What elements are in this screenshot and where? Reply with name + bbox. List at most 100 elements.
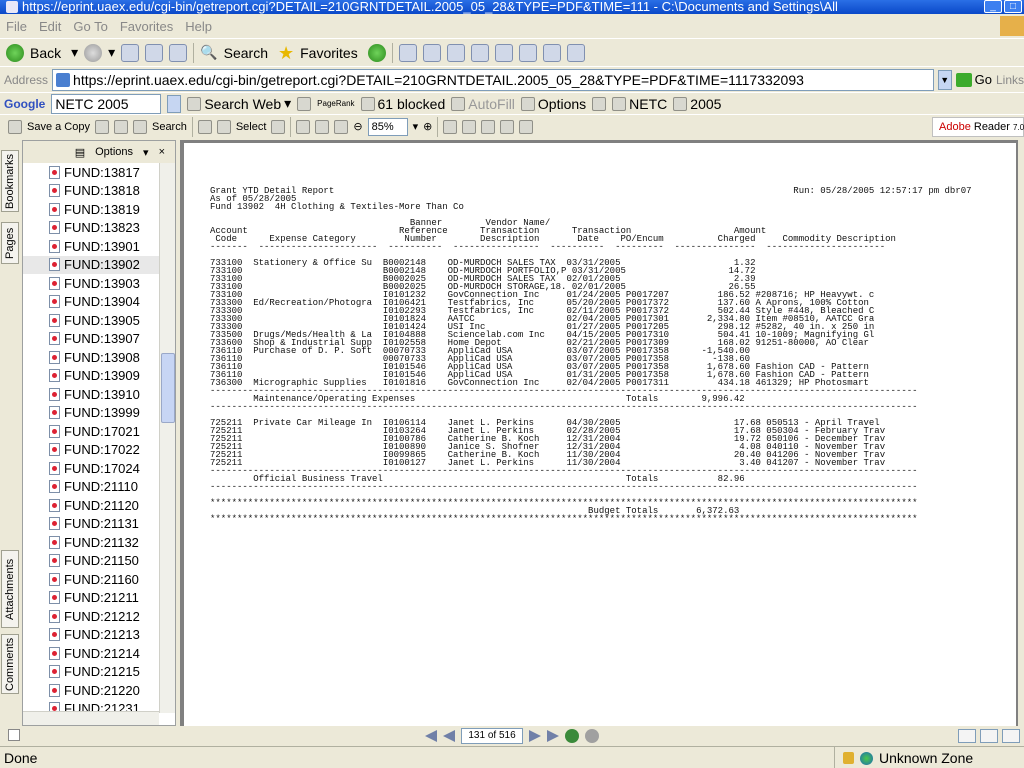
spell-icon[interactable]: [462, 119, 477, 134]
options-button[interactable]: Options: [520, 96, 586, 112]
page-number-field[interactable]: 131 of 516: [461, 728, 523, 744]
research-icon[interactable]: [542, 43, 561, 62]
bookmark-item[interactable]: FUND:13907: [23, 330, 159, 349]
print-icon[interactable]: [94, 119, 109, 134]
favorites-button[interactable]: Favorites: [300, 45, 358, 61]
bookmarks-horizontal-scrollbar[interactable]: [23, 711, 159, 725]
google-search-dropdown-icon[interactable]: [167, 94, 182, 113]
messenger-icon[interactable]: [518, 43, 537, 62]
bookmark-item[interactable]: FUND:13905: [23, 311, 159, 330]
single-page-icon[interactable]: [958, 729, 976, 743]
search-term-2005[interactable]: 2005: [673, 96, 721, 112]
select-button[interactable]: Select: [236, 121, 267, 133]
bookmark-item[interactable]: FUND:21110: [23, 478, 159, 497]
options-dropdown-icon[interactable]: ▾: [143, 146, 149, 159]
bookmark-item[interactable]: FUND:21215: [23, 663, 159, 682]
google-search-input[interactable]: NETC 2005: [51, 93, 162, 114]
zoom-dropdown-icon[interactable]: ▾: [413, 120, 419, 133]
bookmark-item[interactable]: FUND:13818: [23, 182, 159, 201]
zoom-out-icon[interactable]: ⊖: [353, 120, 362, 133]
bookmark-item[interactable]: FUND:13819: [23, 200, 159, 219]
zoom-level-input[interactable]: 85%: [367, 117, 408, 136]
bookmark-item[interactable]: FUND:17024: [23, 459, 159, 478]
print-icon[interactable]: [422, 43, 441, 62]
bookmarks-scrollbar[interactable]: [159, 163, 175, 713]
maximize-button[interactable]: □: [1004, 0, 1022, 13]
tab-pages[interactable]: Pages: [1, 222, 19, 264]
document-scrollbar[interactable]: [1018, 140, 1024, 726]
search-button[interactable]: Search: [224, 45, 268, 61]
email-icon[interactable]: [113, 119, 128, 134]
scroll-thumb[interactable]: [161, 353, 175, 423]
popup-blocker-button[interactable]: 61 blocked: [360, 96, 445, 112]
bookmark-item[interactable]: FUND:21220: [23, 681, 159, 700]
save-icon[interactable]: [8, 119, 22, 134]
links-button[interactable]: Links: [996, 73, 1024, 87]
bookmark-item[interactable]: FUND:21212: [23, 607, 159, 626]
bookmark-item[interactable]: FUND:17021: [23, 422, 159, 441]
window-icon[interactable]: [566, 43, 585, 62]
menu-file[interactable]: File: [6, 19, 27, 34]
forward-arrow-icon[interactable]: [84, 43, 103, 62]
search-icon[interactable]: 🔍: [200, 44, 217, 61]
history-icon[interactable]: [367, 43, 386, 62]
acrobat-search-button[interactable]: Search: [152, 121, 187, 133]
bookmark-item[interactable]: FUND:13902: [23, 255, 159, 274]
last-page-icon[interactable]: [547, 730, 559, 742]
bookmark-item[interactable]: FUND:13909: [23, 367, 159, 386]
highlight-icon[interactable]: [592, 96, 607, 111]
binoculars-icon[interactable]: [132, 119, 147, 134]
bluetooth-icon[interactable]: [494, 43, 513, 62]
continuous-icon[interactable]: [980, 729, 998, 743]
search-web-button[interactable]: Search Web ▾: [187, 95, 291, 112]
menu-edit[interactable]: Edit: [39, 19, 61, 34]
back-button[interactable]: Back: [30, 45, 61, 61]
close-panel-icon[interactable]: ×: [159, 146, 165, 158]
save-copy-button[interactable]: Save a Copy: [27, 121, 90, 133]
sign-icon[interactable]: [481, 119, 496, 134]
forward-dropdown-icon[interactable]: ▾: [108, 44, 115, 61]
fit-width-icon[interactable]: [334, 119, 349, 134]
fit-page-icon[interactable]: [315, 119, 330, 134]
bookmark-item[interactable]: FUND:21213: [23, 626, 159, 645]
refresh-icon[interactable]: [145, 43, 164, 62]
pagerank-indicator[interactable]: PageRank: [317, 99, 354, 108]
stop-icon[interactable]: [121, 43, 140, 62]
news-icon[interactable]: [297, 96, 312, 111]
previous-view-icon[interactable]: [565, 729, 579, 743]
mail-icon[interactable]: [398, 43, 417, 62]
tab-bookmarks[interactable]: Bookmarks: [1, 150, 19, 212]
tab-attachments[interactable]: Attachments: [1, 550, 19, 628]
text-select-icon[interactable]: [216, 119, 231, 134]
bookmark-item[interactable]: FUND:13823: [23, 219, 159, 238]
bookmark-item[interactable]: FUND:21214: [23, 644, 159, 663]
favorites-star-icon[interactable]: ★: [278, 44, 294, 62]
address-input[interactable]: https://eprint.uaex.edu/cgi-bin/getrepor…: [52, 68, 934, 91]
next-page-icon[interactable]: [529, 730, 541, 742]
google-logo[interactable]: Google: [4, 97, 45, 111]
hand-tool-icon[interactable]: [197, 119, 212, 134]
bookmark-item[interactable]: FUND:17022: [23, 441, 159, 460]
document-view[interactable]: Grant YTD Detail Report Run: 05/28/2005 …: [180, 140, 1018, 726]
bookmark-item[interactable]: FUND:21160: [23, 570, 159, 589]
zoom-in-icon[interactable]: [296, 119, 311, 134]
menu-favorites[interactable]: Favorites: [120, 19, 173, 34]
bookmark-item[interactable]: FUND:21132: [23, 533, 159, 552]
autofill-button[interactable]: AutoFill: [451, 96, 515, 112]
bookmark-item[interactable]: FUND:21131: [23, 515, 159, 534]
go-button[interactable]: Go: [955, 72, 992, 87]
bookmark-item[interactable]: FUND:21211: [23, 589, 159, 608]
first-page-icon[interactable]: [425, 730, 437, 742]
edit-icon[interactable]: [446, 43, 465, 62]
bookmark-item[interactable]: FUND:21150: [23, 552, 159, 571]
snapshot-icon[interactable]: [271, 119, 286, 134]
bookmark-item[interactable]: FUND:13903: [23, 274, 159, 293]
bookmark-item[interactable]: FUND:13908: [23, 348, 159, 367]
address-dropdown-icon[interactable]: ▼: [937, 69, 952, 90]
zoom-in-plus-icon[interactable]: ⊕: [423, 120, 432, 133]
bookmark-options-icon[interactable]: ▤: [75, 146, 85, 159]
search-term-netc[interactable]: NETC: [612, 96, 667, 112]
bookmark-item[interactable]: FUND:13904: [23, 293, 159, 312]
bookmark-item[interactable]: FUND:21120: [23, 496, 159, 515]
back-arrow-icon[interactable]: [6, 43, 24, 62]
